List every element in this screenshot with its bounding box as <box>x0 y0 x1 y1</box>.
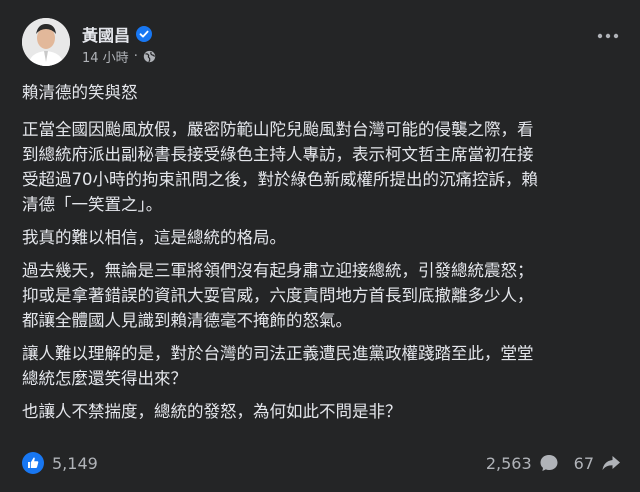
comments-link[interactable]: 2,563 <box>486 452 560 474</box>
meta-separator: · <box>133 49 138 64</box>
post-timestamp[interactable]: 14 小時 <box>82 47 129 66</box>
more-options-icon <box>597 33 619 39</box>
post-paragraph: 讓人難以理解的是，對於台灣的司法正義遭民進黨政權踐踏至此，堂堂 總統怎麼還笑得出… <box>22 344 534 388</box>
post-body: 賴清德的笑與怒 正當全國因颱風放假，嚴密防範山陀兒颱風對台灣可能的侵襲之際，看 … <box>22 80 622 432</box>
more-options-button[interactable] <box>594 28 622 44</box>
shares-link[interactable]: 67 <box>574 452 622 474</box>
post-header: 黃國昌 14 小時 · <box>18 16 622 72</box>
post-paragraph: 正當全國因颱風放假，嚴密防範山陀兒颱風對台灣可能的侵襲之際，看 到總統府派出副秘… <box>22 120 538 214</box>
post-footer: 5,149 2,563 67 <box>22 452 622 478</box>
comments-count: 2,563 <box>485 453 532 473</box>
post-meta: 14 小時 · <box>82 47 156 66</box>
author-avatar[interactable] <box>22 18 70 66</box>
shares-count: 67 <box>573 453 594 473</box>
comment-icon <box>540 455 558 471</box>
reactions-summary[interactable]: 5,149 <box>22 452 98 474</box>
post-paragraph: 也讓人不禁揣度，總統的發怒，為何如此不問是非？ <box>22 402 402 421</box>
engagement-counts: 2,563 67 <box>486 452 622 474</box>
globe-icon[interactable] <box>143 50 156 63</box>
facebook-post: 黃國昌 14 小時 · 賴清德的笑與怒 正當全國因颱風放假，嚴密防範山陀兒颱風對… <box>0 0 640 492</box>
avatar-portrait-icon <box>22 18 70 66</box>
reactions-count: 5,149 <box>52 453 98 473</box>
post-paragraph: 我真的難以相信，這是總統的格局。 <box>22 228 286 247</box>
share-icon <box>602 456 620 470</box>
author-name[interactable]: 黃國昌 <box>82 22 130 46</box>
like-reaction-icon <box>22 452 44 474</box>
post-paragraph: 過去幾天，無論是三軍將領們沒有起身肅立迎接總統，引發總統震怒； 抑或是拿著錯誤的… <box>22 261 534 330</box>
verified-badge-icon <box>136 26 153 42</box>
post-title: 賴清德的笑與怒 <box>22 83 138 102</box>
author-row: 黃國昌 <box>82 22 153 46</box>
